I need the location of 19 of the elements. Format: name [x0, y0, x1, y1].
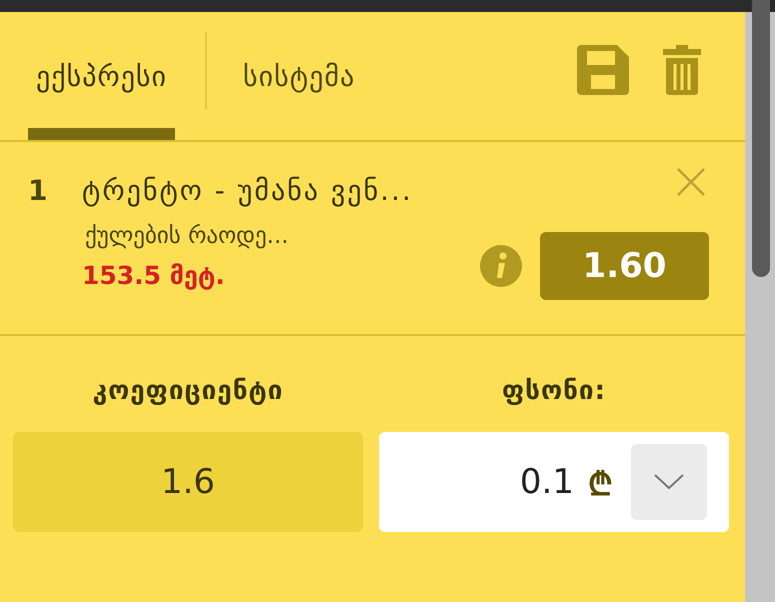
tab[interactable]: ექსპრესი	[28, 12, 176, 140]
stake-field[interactable]: 0.1 ₾	[379, 432, 729, 532]
stake-value: 0.1	[520, 462, 574, 502]
coefficient-label: კოეფიციენტი	[92, 376, 284, 406]
match-title: ტრენტო - უმანა ვენ...	[82, 174, 413, 207]
market-name: ქულების რაოდე...	[85, 223, 290, 249]
trash-icon[interactable]	[663, 45, 701, 95]
info-icon[interactable]	[480, 245, 522, 287]
bet-number: 1	[28, 174, 48, 209]
coefficient-value: 1.6	[13, 432, 363, 532]
scrollbar-thumb[interactable]	[752, 0, 770, 277]
currency-sign: ₾	[588, 464, 613, 504]
selection-text: 153.5 მეტ.	[82, 261, 226, 290]
chevron-down-icon	[654, 474, 684, 490]
close-button[interactable]	[675, 166, 707, 198]
tab[interactable]: სისტემა	[235, 12, 364, 140]
save-icon[interactable]	[577, 45, 629, 95]
stake-label: ფსონი:	[502, 376, 606, 406]
odds-button[interactable]: 1.60	[540, 232, 709, 300]
